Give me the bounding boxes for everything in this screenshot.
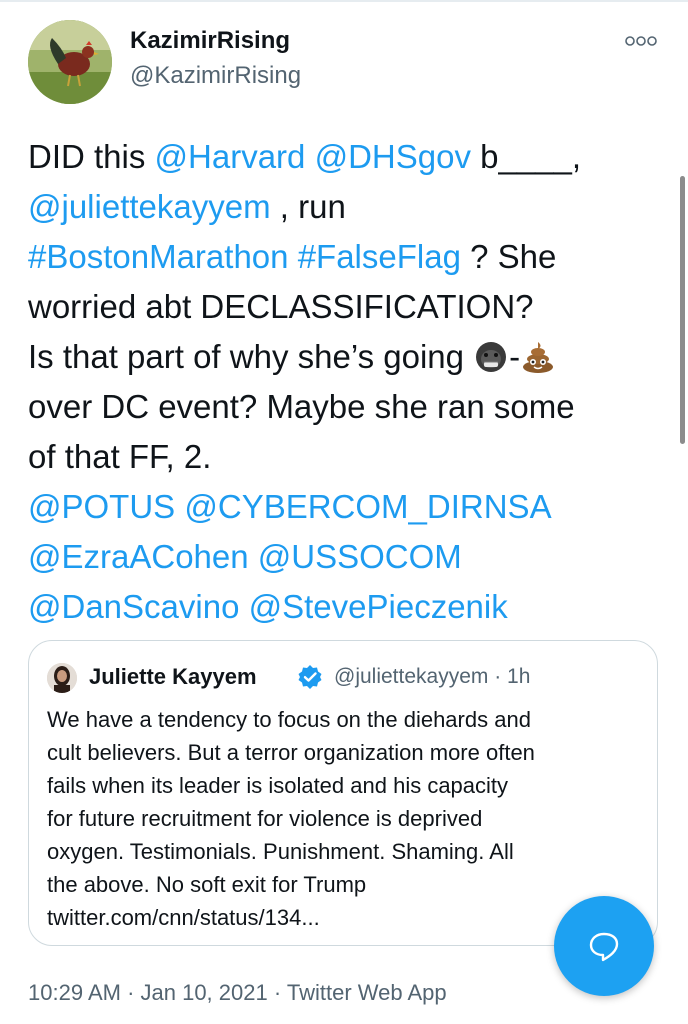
tweet-text-span: ? She — [460, 238, 557, 275]
quoted-tweet-card[interactable]: Juliette Kayyem @juliettekayyem · 1h We … — [28, 640, 658, 946]
mention-link[interactable]: @EzraACohen — [28, 538, 249, 575]
tweet-text-span — [289, 238, 298, 275]
tweet-text-line: @EzraACohen @USSOCOM — [28, 532, 668, 582]
tweet-text-span: Is that part of why she’s going — [28, 338, 474, 375]
tweet-detail-page: KazimirRising @KazimirRising DID this @H… — [0, 0, 688, 1024]
rooster-avatar-image — [28, 20, 112, 104]
quoted-author-avatar — [47, 663, 77, 693]
quoted-text-line: cult believers. But a terror organizatio… — [47, 740, 535, 765]
mention-link[interactable]: @Harvard — [155, 138, 306, 175]
tweet-text-span — [175, 488, 184, 525]
quoted-text-line: oxygen. Testimonials. Punishment. Shamin… — [47, 839, 514, 864]
quoted-text-line: for future recruitment for violence is d… — [47, 806, 483, 831]
hashtag-link[interactable]: #FalseFlag — [298, 238, 461, 275]
quoted-tweet-text: We have a tendency to focus on the dieha… — [47, 703, 647, 934]
quoted-author-name: Juliette Kayyem — [89, 664, 257, 689]
tweet-text-line: @DanScavino @StevePieczenik — [28, 582, 668, 632]
tweet-text-line: Is that part of why she’s going - — [28, 332, 668, 382]
quoted-text-line: We have a tendency to focus on the dieha… — [47, 707, 531, 732]
tweet-text-span — [239, 588, 248, 625]
tweet-text-line: DID this @Harvard @DHSgov b____, — [28, 132, 668, 182]
compose-reply-button[interactable] — [554, 896, 654, 996]
tweet-text-line: @juliettekayyem , run — [28, 182, 668, 232]
more-options-button[interactable] — [622, 30, 660, 52]
tweet-text-span: - — [509, 338, 521, 375]
mention-link[interactable]: @juliettekayyem — [28, 188, 271, 225]
mention-link[interactable]: @USSOCOM — [258, 538, 462, 575]
mention-link[interactable]: @DHSgov — [315, 138, 471, 175]
more-horizontal-icon — [625, 36, 657, 46]
verified-badge-icon — [297, 664, 323, 690]
tweet-text-span — [305, 138, 314, 175]
quoted-text-line: the above. No soft exit for Trump — [47, 872, 367, 897]
gorilla-emoji-icon — [473, 338, 509, 388]
tweet-text-line: of that FF, 2. — [28, 432, 668, 482]
tweet-text-span: of that FF, 2. — [28, 438, 212, 475]
tweet-text-line: @POTUS @CYBERCOM_DIRNSA — [28, 482, 668, 532]
tweet-text-span: , run — [270, 188, 346, 225]
tweet-text-span: over DC event? Maybe she ran some — [28, 388, 575, 425]
tweet-text: DID this @Harvard @DHSgov b____, @juliett… — [28, 132, 668, 632]
tweet-timestamp[interactable]: 10:29 AM · Jan 10, 2021 · Twitter Web Ap… — [28, 980, 447, 1006]
tweet-text-span: DID this — [28, 138, 155, 175]
mention-link[interactable]: @CYBERCOM_DIRNSA — [184, 488, 551, 525]
tweet-text-line: over DC event? Maybe she ran some — [28, 382, 668, 432]
mention-link[interactable]: @DanScavino — [28, 588, 239, 625]
chat-bubble-icon — [589, 932, 619, 962]
tweet-text-line: worried abt DECLASSIFICATION? — [28, 282, 668, 332]
portrait-avatar-image — [47, 663, 77, 693]
tweet-text-span: worried abt DECLASSIFICATION? — [28, 288, 534, 325]
quoted-text-line: fails when its leader is isolated and hi… — [47, 773, 509, 798]
tweet-text-line: #BostonMarathon #FalseFlag ? She — [28, 232, 668, 282]
top-divider — [0, 0, 688, 2]
quoted-handle-time: @juliettekayyem · 1h — [334, 665, 531, 688]
tweet-text-span: b____, — [470, 138, 582, 175]
scrollbar[interactable] — [680, 176, 685, 444]
hashtag-link[interactable]: #BostonMarathon — [28, 238, 289, 275]
author-display-name[interactable]: KazimirRising — [130, 27, 290, 55]
author-handle[interactable]: @KazimirRising — [130, 62, 301, 90]
mention-link[interactable]: @POTUS — [28, 488, 175, 525]
author-avatar[interactable] — [28, 20, 112, 104]
poop-emoji-icon — [520, 338, 556, 388]
tweet-text-span — [249, 538, 258, 575]
mention-link[interactable]: @StevePieczenik — [249, 588, 508, 625]
